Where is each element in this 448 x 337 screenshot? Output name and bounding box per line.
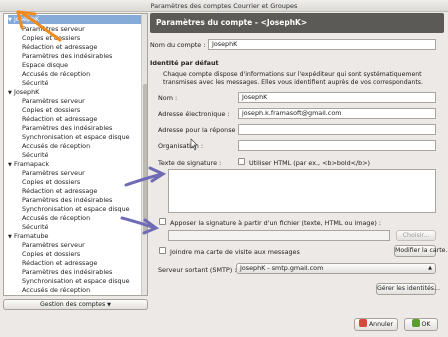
smtp-select[interactable]: JosephK - smtp.gmail.com ▲	[236, 263, 436, 274]
name-field[interactable]: JosephK	[238, 92, 436, 103]
tree-item[interactable]: Sécurité	[22, 79, 48, 88]
reply-to-field[interactable]	[238, 124, 436, 135]
cancel-icon	[358, 319, 367, 327]
tree-scrollbar[interactable]	[141, 14, 147, 295]
tree-item[interactable]: Copies et dossiers	[22, 34, 80, 43]
identity-heading: Identité par défaut	[150, 59, 219, 67]
signature-textarea[interactable]	[168, 169, 436, 213]
tree-item[interactable]: Paramètres des indésirables	[22, 52, 112, 61]
window-titlebar: Paramètres des comptes Courrier et Group…	[0, 0, 448, 12]
organization-label: Organisation :	[158, 142, 204, 150]
tree-item[interactable]: Rédaction et adressage	[22, 187, 97, 196]
tree-item[interactable]: Paramètres des indésirables	[22, 124, 112, 133]
email-field[interactable]: joseph.k.framasoft@gmail.com	[238, 108, 436, 119]
cancel-button[interactable]: Annuler	[354, 318, 398, 331]
tree-item[interactable]: Espace disque	[22, 61, 68, 70]
tree-item[interactable]: Accusés de réception	[22, 286, 90, 295]
tree-item[interactable]: Rédaction et adressage	[22, 115, 97, 124]
ok-checkmark-icon	[411, 319, 420, 327]
tree-item[interactable]: Copies et dossiers	[22, 250, 80, 259]
account-name-label: Nom du compte :	[150, 41, 206, 49]
tree-item[interactable]: Sécurité	[22, 151, 48, 160]
tree-item[interactable]: Paramètres serveur	[22, 241, 85, 250]
attach-signature-checkbox[interactable]	[159, 218, 166, 225]
tree-item[interactable]: Accusés de réception	[22, 214, 90, 223]
tree-item[interactable]: Accusés de réception	[22, 142, 90, 151]
use-html-checkbox[interactable]	[238, 158, 245, 165]
window-title: Paramètres des comptes Courrier et Group…	[150, 2, 298, 10]
ok-button[interactable]: OK	[404, 318, 438, 331]
tree-item[interactable]: Rédaction et adressage	[22, 43, 97, 52]
email-label: Adresse électronique :	[158, 110, 230, 118]
attach-vcard-label: Joindre ma carte de visite aux messages	[170, 248, 300, 256]
tree-item[interactable]: Synchronisation et espace disque	[22, 205, 130, 214]
account-name-field[interactable]: JosephK	[208, 39, 436, 50]
tree-account-josephk[interactable]: ▼ josephK	[8, 15, 145, 24]
tree-item[interactable]: Paramètres serveur	[22, 25, 85, 34]
tree-item[interactable]: Paramètres serveur	[22, 169, 85, 178]
tree-item[interactable]: Synchronisation et espace disque	[22, 133, 130, 142]
dropdown-arrow-icon: ▲	[428, 265, 432, 271]
name-label: Nom :	[158, 94, 178, 102]
scrollbar-thumb[interactable]	[143, 84, 147, 234]
attach-vcard-checkbox[interactable]	[159, 247, 166, 254]
organization-field[interactable]	[238, 140, 436, 151]
tree-item[interactable]: Paramètres serveur	[22, 97, 85, 106]
identity-description: Chaque compte dispose d'informations sur…	[163, 71, 423, 86]
smtp-label: Serveur sortant (SMTP) :	[158, 266, 237, 274]
signature-file-field[interactable]	[168, 230, 390, 241]
edit-card-button[interactable]: Modifier la carte...	[394, 245, 448, 257]
choose-file-button[interactable]: Choisir...	[396, 230, 436, 241]
reply-to-label: Adresse pour la réponse :	[158, 126, 240, 134]
tree-item[interactable]: Paramètres des indésirables	[22, 196, 112, 205]
use-html-label: Utiliser HTML (par ex., <b>bold</b>)	[249, 159, 371, 167]
accounts-tree[interactable]: ▼ josephK Paramètres serveur Copies et do…	[3, 13, 148, 296]
manage-identities-button[interactable]: Gérer les identités...	[376, 283, 440, 295]
panel-title: Paramètres du compte - <JosephK>	[150, 13, 444, 33]
attach-signature-label: Apposer la signature à partir d'un fichi…	[170, 219, 382, 227]
signature-label: Texte de signature :	[158, 159, 222, 167]
chevron-down-icon: ▼	[107, 302, 111, 308]
tree-account-framapack[interactable]: ▼ Framapack	[8, 160, 49, 169]
tree-item[interactable]: Rédaction et adressage	[22, 259, 97, 268]
tree-item[interactable]: Sécurité	[22, 223, 48, 232]
tree-item[interactable]: Accusés de réception	[22, 70, 90, 79]
smtp-select-value: JosephK - smtp.gmail.com	[240, 264, 324, 272]
tree-account-JosephK[interactable]: ▼ JosephK	[8, 88, 39, 97]
tree-item[interactable]: Synchronisation et espace disque	[22, 277, 130, 286]
tree-item[interactable]: Copies et dossiers	[22, 106, 80, 115]
tree-account-framatube[interactable]: ▼ Framatube	[8, 232, 48, 241]
account-actions-button[interactable]: Gestion des comptes ▼	[3, 299, 148, 310]
tree-item[interactable]: Paramètres des indésirables	[22, 268, 112, 277]
tree-item[interactable]: Copies et dossiers	[22, 178, 80, 187]
